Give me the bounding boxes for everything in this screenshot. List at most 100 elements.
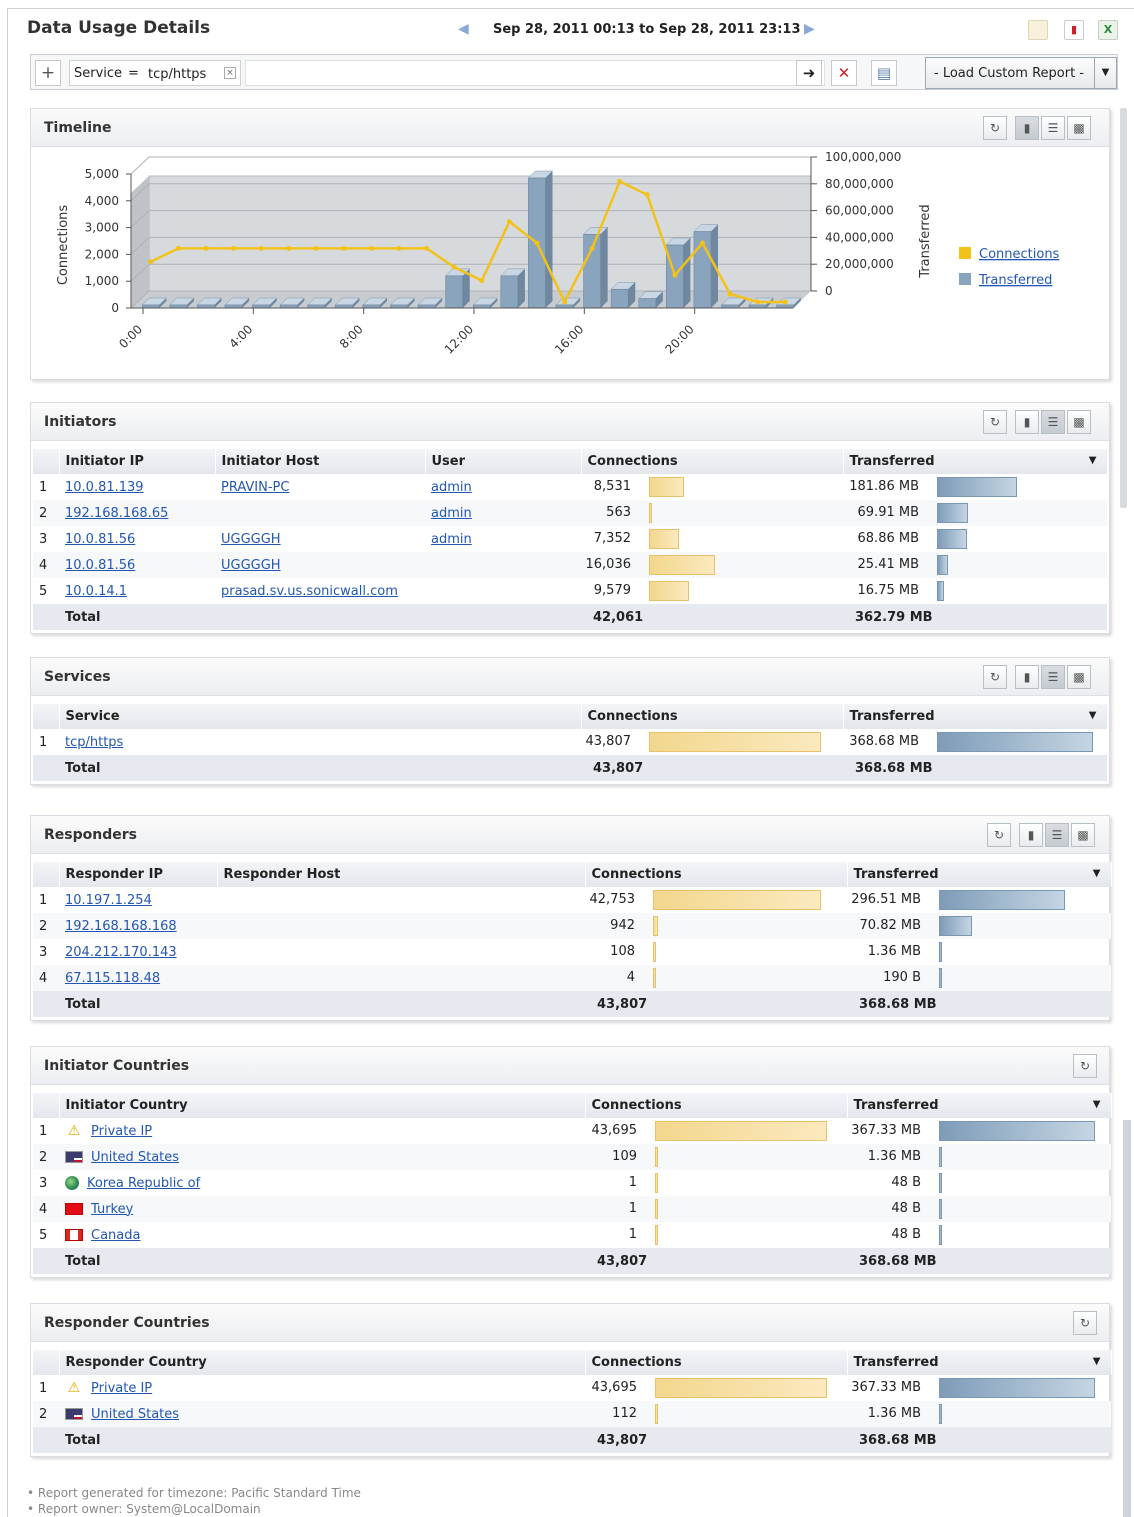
connections-point[interactable] [148, 259, 154, 265]
both-view-icon[interactable]: ▩ [1067, 116, 1091, 140]
country-link[interactable]: Private IP [91, 1124, 152, 1139]
initiator-ip-link[interactable]: 10.0.81.139 [65, 480, 144, 495]
bar-chart-view-icon[interactable]: ▮ [1015, 116, 1039, 140]
initiator-ip-link[interactable]: 10.0.81.56 [65, 558, 135, 573]
country-link[interactable]: United States [91, 1407, 179, 1422]
initiator-ip-link[interactable]: 10.0.14.1 [65, 584, 127, 599]
sort-desc-icon[interactable]: ▼ [1093, 1099, 1101, 1110]
excel-export-icon[interactable]: X [1098, 20, 1118, 40]
sort-desc-icon[interactable]: ▼ [1093, 1356, 1101, 1367]
responder-ip-link[interactable]: 192.168.168.168 [65, 919, 177, 934]
connections-point[interactable] [672, 272, 678, 278]
column-header-transferred[interactable]: Transferred ▼ [843, 704, 1108, 729]
connections-point[interactable] [617, 178, 623, 184]
country-link[interactable]: Canada [91, 1228, 140, 1243]
column-header-transferred[interactable]: Transferred ▼ [847, 1093, 1112, 1118]
next-period-icon[interactable]: ▶ [804, 21, 815, 37]
previous-period-icon[interactable]: ◀ [458, 21, 469, 37]
save-report-icon[interactable]: ▤ [871, 60, 897, 86]
table-view-icon[interactable]: ☰ [1045, 823, 1069, 847]
service-link[interactable]: tcp/https [65, 735, 123, 750]
add-filter-button[interactable]: + [35, 60, 61, 86]
country-link[interactable]: United States [91, 1150, 179, 1165]
pdf-export-icon[interactable]: ▮ [1064, 20, 1084, 40]
connections-point[interactable] [755, 299, 761, 305]
connections-point[interactable] [368, 245, 374, 251]
sort-desc-icon[interactable]: ▼ [1089, 710, 1097, 721]
legend-transferred[interactable]: Transferred [978, 273, 1052, 288]
connections-point[interactable] [258, 245, 264, 251]
connections-point[interactable] [589, 245, 595, 251]
clear-filter-icon[interactable]: ✕ [831, 60, 857, 86]
country-link[interactable]: Korea Republic of [87, 1176, 200, 1191]
transferred-bar[interactable] [445, 268, 471, 309]
transferred-bar[interactable] [500, 268, 526, 309]
sort-desc-icon[interactable]: ▼ [1093, 868, 1101, 879]
column-header-service[interactable]: Service [59, 704, 582, 729]
column-header-connections[interactable]: Connections [585, 1350, 848, 1375]
responder-ip-link[interactable]: 67.115.118.48 [65, 971, 160, 986]
legend-connections[interactable]: Connections [979, 247, 1060, 262]
connections-point[interactable] [727, 291, 733, 297]
column-header-transferred[interactable]: Transferred ▼ [847, 862, 1112, 887]
country-link[interactable]: Turkey [91, 1202, 133, 1217]
connections-point[interactable] [451, 264, 457, 270]
column-header-initiator-country[interactable]: Initiator Country [59, 1093, 586, 1118]
bar-chart-view-icon[interactable]: ▮ [1015, 665, 1039, 689]
chevron-down-icon[interactable]: ▼ [1094, 58, 1116, 88]
connections-point[interactable] [479, 278, 485, 284]
calendar-icon[interactable] [1028, 20, 1048, 40]
connections-point[interactable] [203, 245, 209, 251]
transferred-bar[interactable] [610, 281, 636, 309]
both-view-icon[interactable]: ▩ [1071, 823, 1095, 847]
connections-point[interactable] [506, 219, 512, 225]
refresh-icon[interactable]: ↻ [983, 665, 1007, 689]
both-view-icon[interactable]: ▩ [1067, 410, 1091, 434]
connections-point[interactable] [286, 245, 292, 251]
user-link[interactable]: admin [431, 532, 472, 547]
refresh-icon[interactable]: ↻ [1073, 1054, 1097, 1078]
load-custom-report-select[interactable]: - Load Custom Report - ▼ [925, 57, 1117, 89]
connections-point[interactable] [699, 240, 705, 246]
responder-ip-link[interactable]: 204.212.170.143 [65, 945, 177, 960]
connections-point[interactable] [534, 240, 540, 246]
column-header-responder-ip[interactable]: Responder IP [59, 862, 218, 887]
scrollbar-track[interactable] [1123, 1120, 1131, 1517]
column-header-connections[interactable]: Connections [581, 704, 844, 729]
initiator-host-link[interactable]: PRAVIN-PC [221, 480, 289, 495]
refresh-icon[interactable]: ↻ [987, 823, 1011, 847]
remove-filter-icon[interactable]: × [224, 67, 236, 79]
refresh-icon[interactable]: ↻ [983, 410, 1007, 434]
scrollbar-thumb[interactable] [1120, 108, 1127, 508]
connections-point[interactable] [175, 245, 181, 251]
apply-filter-icon[interactable]: ➜ [796, 60, 822, 86]
initiator-host-link[interactable]: prasad.sv.us.sonicwall.com [221, 584, 398, 599]
column-header-initiator-ip[interactable]: Initiator IP [59, 449, 216, 474]
initiator-ip-link[interactable]: 192.168.168.65 [65, 506, 168, 521]
country-link[interactable]: Private IP [91, 1381, 152, 1396]
user-link[interactable]: admin [431, 506, 472, 521]
column-header-user[interactable]: User [425, 449, 582, 474]
refresh-icon[interactable]: ↻ [1073, 1311, 1097, 1335]
column-header-connections[interactable]: Connections [585, 1093, 848, 1118]
column-header-transferred[interactable]: Transferred ▼ [843, 449, 1108, 474]
user-link[interactable]: admin [431, 480, 472, 495]
connections-point[interactable] [562, 299, 568, 305]
connections-point[interactable] [396, 245, 402, 251]
column-header-connections[interactable]: Connections [581, 449, 844, 474]
connections-point[interactable] [231, 245, 237, 251]
column-header-initiator-host[interactable]: Initiator Host [215, 449, 426, 474]
table-view-icon[interactable]: ☰ [1041, 665, 1065, 689]
connections-point[interactable] [782, 299, 788, 305]
both-view-icon[interactable]: ▩ [1067, 665, 1091, 689]
refresh-icon[interactable]: ↻ [983, 116, 1007, 140]
column-header-responder-host[interactable]: Responder Host [217, 862, 586, 887]
sort-desc-icon[interactable]: ▼ [1089, 455, 1097, 466]
column-header-transferred[interactable]: Transferred ▼ [847, 1350, 1112, 1375]
filter-chip[interactable]: Service = tcp/https × [69, 60, 241, 86]
table-view-icon[interactable]: ☰ [1041, 410, 1065, 434]
initiator-host-link[interactable]: UGGGGH [221, 558, 281, 573]
responder-ip-link[interactable]: 10.197.1.254 [65, 893, 152, 908]
bar-chart-view-icon[interactable]: ▮ [1015, 410, 1039, 434]
connections-point[interactable] [313, 245, 319, 251]
